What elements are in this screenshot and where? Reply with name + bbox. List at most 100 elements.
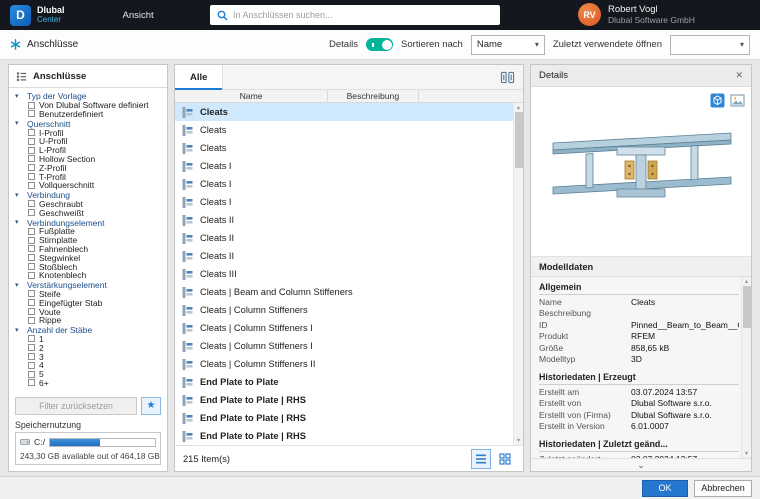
filter-checkbox[interactable] — [28, 137, 35, 145]
collapse-arrow-icon[interactable]: ▾ — [15, 282, 23, 289]
filter-checkbox[interactable] — [28, 101, 35, 109]
filter-tree-row[interactable]: ▾ 6+ — [15, 378, 165, 388]
scroll-up-icon[interactable]: ▲ — [744, 277, 749, 286]
app-logo[interactable]: D Dlubal Center — [0, 4, 75, 26]
filter-tree-row[interactable]: ▾ Rippe — [15, 315, 165, 325]
filter-tree-row[interactable]: ▾ Fußplatte — [15, 226, 165, 236]
filter-tree-row[interactable]: ▾ Eingefügter Stab — [15, 298, 165, 308]
connection-row[interactable]: Cleats | Column Stiffeners I — [175, 319, 513, 337]
filter-tree-row[interactable]: ▾ Z-Profil — [15, 163, 165, 173]
filter-tree-row[interactable]: ▾ Verbindungselement — [15, 218, 165, 228]
filter-checkbox[interactable] — [28, 316, 35, 324]
grid-view-button[interactable] — [495, 449, 515, 469]
filter-tree-row[interactable]: ▾ 3 — [15, 352, 165, 362]
filter-checkbox[interactable] — [28, 236, 35, 244]
filter-tree-row[interactable]: ▾ Stirnplatte — [15, 235, 165, 245]
filter-checkbox[interactable] — [28, 164, 35, 172]
connection-row[interactable]: End Plate to Plate | RHS — [175, 391, 513, 409]
filter-checkbox[interactable] — [28, 254, 35, 262]
filter-tree-row[interactable]: ▾ Knotenblech — [15, 270, 165, 280]
connection-row[interactable]: Cleats III — [175, 265, 513, 283]
connection-row[interactable]: Cleats I — [175, 175, 513, 193]
connection-row[interactable]: Cleats I — [175, 193, 513, 211]
filter-tree-row[interactable]: ▾ 1 — [15, 334, 165, 344]
filter-tree-row[interactable]: ▾ 5 — [15, 369, 165, 379]
global-search[interactable] — [210, 5, 500, 25]
tab-alle[interactable]: Alle — [175, 64, 224, 90]
connection-row[interactable]: Cleats | Column Stiffeners — [175, 301, 513, 319]
connection-row[interactable]: Cleats II — [175, 229, 513, 247]
collapse-arrow-icon[interactable]: ▾ — [15, 192, 23, 199]
filter-checkbox[interactable] — [28, 227, 35, 235]
collapse-arrow-icon[interactable]: ▾ — [15, 219, 23, 226]
scroll-more-chevron[interactable]: ⌄ — [531, 458, 751, 471]
scroll-down-icon[interactable]: ▼ — [744, 449, 749, 458]
filter-checkbox[interactable] — [28, 181, 35, 189]
reset-filter-button[interactable]: Filter zurücksetzen — [15, 397, 137, 415]
recent-dropdown[interactable]: ▾ — [670, 34, 750, 55]
connection-row[interactable]: Cleats — [175, 139, 513, 157]
column-header-beschreibung[interactable]: Beschreibung — [328, 90, 419, 102]
filter-tree-row[interactable]: ▾ Benutzerdefiniert — [15, 109, 165, 119]
model-3d-icon[interactable] — [710, 93, 725, 108]
filter-tree-row[interactable]: ▾ Stoßblech — [15, 262, 165, 272]
connection-row[interactable]: Cleats — [175, 121, 513, 139]
connection-row[interactable]: Cleats I — [175, 157, 513, 175]
filter-checkbox[interactable] — [28, 353, 35, 360]
filter-tree-row[interactable]: ▾ Anzahl der Stäbe — [15, 325, 165, 335]
close-icon[interactable]: ✕ — [735, 70, 743, 81]
connection-row[interactable]: Cleats | Column Stiffeners II — [175, 355, 513, 373]
filter-checkbox[interactable] — [28, 361, 35, 369]
filter-checkbox[interactable] — [28, 146, 35, 154]
scroll-up-icon[interactable]: ▲ — [516, 103, 521, 112]
collapse-arrow-icon[interactable]: ▾ — [15, 327, 23, 334]
filter-tree-row[interactable]: ▾ 4 — [15, 360, 165, 370]
list-scrollbar[interactable]: ▲ ▼ — [513, 103, 523, 445]
cancel-button[interactable]: Abbrechen — [694, 479, 752, 497]
filter-tree-row[interactable]: ▾ Geschweißt — [15, 208, 165, 218]
search-input[interactable] — [233, 10, 493, 20]
filter-tree-row[interactable]: ▾ Geschraubt — [15, 199, 165, 209]
filter-tree-row[interactable]: ▾ Voute — [15, 307, 165, 317]
filter-tree-row[interactable]: ▾ U-Profil — [15, 136, 165, 146]
favorite-filter-button[interactable]: ★ — [141, 397, 161, 415]
filter-checkbox[interactable] — [28, 173, 35, 181]
connection-row[interactable]: Cleats | Beam and Column Stiffeners — [175, 283, 513, 301]
scrollbar-thumb[interactable] — [742, 286, 751, 328]
filter-checkbox[interactable] — [28, 290, 35, 298]
filter-checkbox[interactable] — [28, 379, 35, 387]
filter-checkbox[interactable] — [28, 271, 35, 279]
connection-row[interactable]: Cleats II — [175, 247, 513, 265]
collapse-arrow-icon[interactable]: ▾ — [15, 93, 23, 100]
view-options-icon[interactable] — [500, 71, 515, 84]
filter-tree-row[interactable]: ▾ 2 — [15, 343, 165, 353]
scroll-down-icon[interactable]: ▼ — [516, 436, 521, 445]
filter-checkbox[interactable] — [28, 155, 35, 163]
filter-checkbox[interactable] — [28, 209, 35, 217]
tab-anschluesse[interactable]: Anschlüsse — [10, 39, 78, 50]
ok-button[interactable]: OK — [642, 479, 688, 497]
filter-checkbox[interactable] — [28, 245, 35, 253]
connection-row[interactable]: End Plate to Plate | RHS — [175, 409, 513, 427]
filter-checkbox[interactable] — [28, 129, 35, 137]
filter-tree-row[interactable]: ▾ Querschnitt — [15, 119, 165, 129]
connection-row[interactable]: Cleats | Column Stiffeners I — [175, 337, 513, 355]
list-view-button[interactable] — [471, 448, 491, 469]
details-toggle[interactable] — [366, 38, 394, 51]
filter-tree-row[interactable]: ▾ Stegwinkel — [15, 253, 165, 263]
image-icon[interactable] — [730, 93, 745, 108]
sort-dropdown[interactable]: Name ▾ — [470, 34, 545, 55]
menu-ansicht[interactable]: Ansicht — [111, 0, 166, 30]
scrollbar-thumb[interactable] — [514, 112, 523, 168]
connection-row[interactable]: Cleats II — [175, 211, 513, 229]
connection-row[interactable]: End Plate to Plate | RHS — [175, 427, 513, 445]
filter-tree-row[interactable]: ▾ I-Profil — [15, 128, 165, 138]
filter-checkbox[interactable] — [28, 263, 35, 271]
filter-checkbox[interactable] — [28, 110, 35, 118]
filter-tree-row[interactable]: ▾ Fahnenblech — [15, 244, 165, 254]
user-account[interactable]: RV Robert Vogl Dlubal Software GmbH — [578, 3, 695, 26]
connection-row[interactable]: End Plate to Plate — [175, 373, 513, 391]
filter-tree-row[interactable]: ▾ Verstärkungselement — [15, 280, 165, 290]
filter-checkbox[interactable] — [28, 299, 35, 307]
filter-tree-row[interactable]: ▾ Vollquerschnitt — [15, 180, 165, 190]
